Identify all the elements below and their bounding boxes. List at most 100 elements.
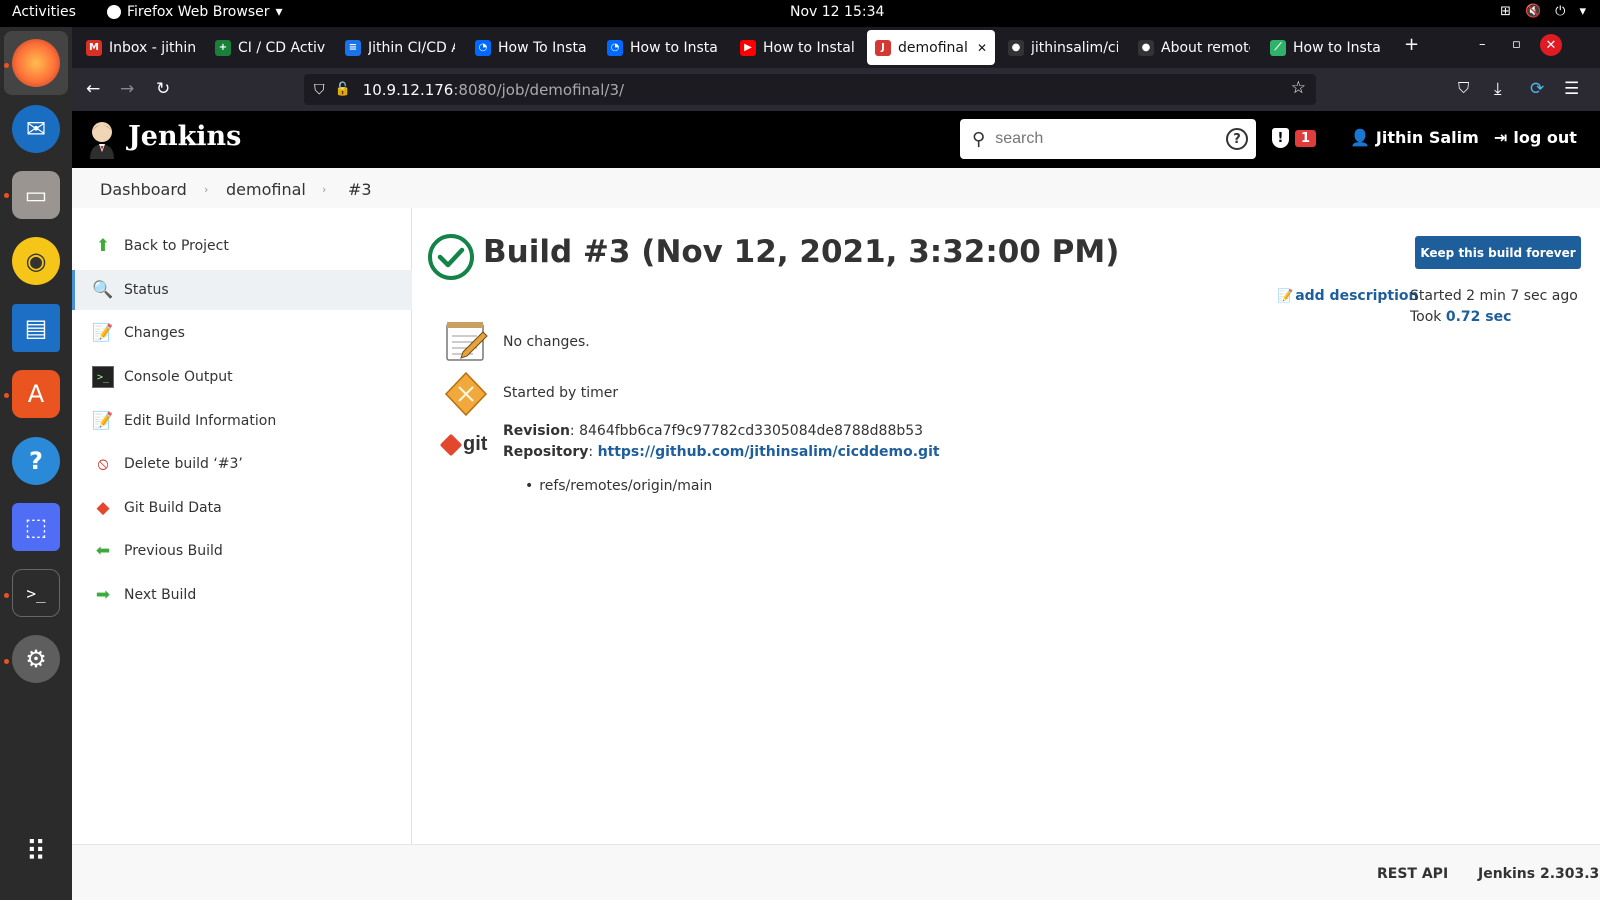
browser-tab[interactable]: M Inbox - jithin.s — [78, 30, 203, 65]
right-arrow-icon: ➡ — [95, 585, 111, 605]
github-icon: ● — [1138, 39, 1154, 56]
sidebar-item-changes[interactable]: 📝 Changes — [72, 313, 412, 353]
browser-tab[interactable]: ● jithinsalim/cic — [1000, 30, 1126, 65]
browser-tab[interactable]: ◔ How To Instal — [467, 30, 595, 65]
reload-icon[interactable]: ↻ — [156, 79, 170, 99]
took-duration-link[interactable]: 0.72 sec — [1446, 309, 1512, 325]
close-window-button[interactable]: ✕ — [1540, 34, 1562, 56]
browser-tab[interactable]: + CI / CD Activit — [207, 30, 333, 65]
no-entry-icon: ⦸ — [97, 454, 109, 474]
show-apps-grid-icon[interactable]: ⠿ — [12, 827, 60, 875]
notepad-icon — [446, 322, 488, 361]
minimize-button[interactable]: – — [1479, 37, 1486, 52]
branch-list-item: • refs/remotes/origin/main — [525, 478, 713, 494]
system-tray[interactable]: ⊞ 🔇 ⏻ ▾ — [1500, 4, 1586, 19]
screenshot-icon[interactable]: ⬚ — [12, 503, 60, 551]
power-icon: ⏻ — [1555, 4, 1566, 19]
browser-tab[interactable]: ▶ How to Install — [732, 30, 862, 65]
security-alert[interactable]: ! 1 — [1272, 128, 1317, 148]
maximize-button[interactable]: ▫ — [1512, 37, 1521, 52]
user-menu[interactable]: 👤 Jithin Salim — [1350, 128, 1479, 147]
help-icon[interactable]: ? — [12, 437, 60, 485]
search-box[interactable]: ⚲ ? — [960, 119, 1256, 159]
keep-build-forever-button[interactable]: Keep this build forever — [1415, 236, 1581, 269]
sidebar-item-edit-build-information[interactable]: 📝 Edit Build Information — [72, 401, 412, 441]
firefox-icon[interactable] — [12, 39, 60, 87]
clock[interactable]: Nov 12 15:34 — [790, 4, 884, 20]
tab-label: How to Install — [763, 39, 854, 56]
user-icon: 👤 — [1350, 128, 1370, 147]
hamburger-menu-icon[interactable]: ☰ — [1564, 79, 1579, 99]
gnome-top-bar: Activities Firefox Web Browser ▾ Nov 12 … — [0, 0, 1600, 27]
youtube-icon: ▶ — [740, 39, 756, 56]
sidebar-item-label: Next Build — [124, 587, 197, 603]
url-bar[interactable]: ⛉ 🔓 10.9.12.176:8080/job/demofinal/3/ ☆ — [304, 74, 1316, 105]
running-indicator — [4, 659, 9, 664]
terminal-icon: >_ — [92, 366, 114, 388]
success-check-icon — [428, 234, 474, 280]
revision-label: Revision — [503, 423, 570, 439]
notepad-icon: 📝 — [92, 323, 114, 343]
jenkins-brand[interactable]: Jenkins — [128, 121, 241, 152]
build-main-panel: Build #3 (Nov 12, 2021, 3:32:00 PM) Keep… — [413, 208, 1600, 844]
tab-label: Jithin CI/CD A — [368, 39, 455, 56]
settings-icon[interactable]: ⚙ — [12, 635, 60, 683]
download-icon[interactable]: ⤓ — [1494, 79, 1502, 99]
browser-tab[interactable]: ● About remote — [1130, 30, 1258, 65]
breadcrumb-dashboard[interactable]: Dashboard — [100, 180, 187, 199]
notepad-icon: 📝 — [1277, 288, 1294, 304]
repository-link[interactable]: https://github.com/jithinsalim/cicddemo.… — [598, 444, 940, 460]
gmail-icon: M — [86, 39, 102, 56]
page-footer: REST API Jenkins 2.303.3 — [72, 844, 1600, 900]
help-icon[interactable]: ? — [1226, 128, 1248, 150]
shield-icon[interactable]: ⛉ — [314, 82, 325, 98]
search-input[interactable] — [995, 130, 1206, 148]
breadcrumb-build[interactable]: #3 — [348, 180, 372, 199]
breadcrumb-job[interactable]: demofinal — [226, 180, 306, 199]
forward-arrow-icon[interactable]: → — [120, 79, 134, 99]
running-indicator — [4, 193, 9, 198]
browser-tab[interactable]: ⟋ How to Install — [1262, 30, 1390, 65]
insecure-lock-icon[interactable]: 🔓 — [335, 82, 351, 97]
terminal-icon[interactable]: >_ — [12, 569, 60, 617]
writer-icon[interactable]: ▤ — [12, 304, 60, 352]
rhythmbox-icon[interactable]: ◉ — [12, 237, 60, 285]
logout-link[interactable]: ⇥ log out — [1494, 128, 1577, 147]
bookmark-star-icon[interactable]: ☆ — [1291, 78, 1306, 98]
rest-api-link[interactable]: REST API — [1377, 866, 1448, 882]
close-tab-icon[interactable]: ✕ — [977, 41, 987, 55]
new-tab-button[interactable]: + — [1404, 34, 1419, 55]
app-menu[interactable]: Firefox Web Browser ▾ — [107, 4, 283, 20]
software-icon[interactable]: A — [12, 370, 60, 418]
thunderbird-icon[interactable]: ✉ — [12, 105, 60, 153]
pocket-icon[interactable]: ⛉ — [1458, 79, 1469, 97]
browser-tab-bar: M Inbox - jithin.s + CI / CD Activit ≡ Jithin… — [72, 27, 1600, 68]
sidebar-item-label: Changes — [124, 325, 185, 341]
tab-label: About remote — [1161, 39, 1250, 56]
browser-tab[interactable]: ◔ How to Install — [599, 30, 727, 65]
url-path: :8080/job/demofinal/3/ — [453, 80, 625, 99]
files-icon[interactable]: ▭ — [12, 171, 60, 219]
sidebar-item-back-to-project[interactable]: ⬆ Back to Project — [72, 226, 412, 266]
sidebar-item-delete-build[interactable]: ⦸ Delete build ‘#3’ — [72, 444, 412, 484]
add-description-link[interactable]: 📝 add description — [1277, 288, 1419, 304]
sidebar-item-status[interactable]: 🔍 Status — [72, 270, 412, 310]
activities-button[interactable]: Activities — [12, 4, 76, 20]
git-icon — [439, 433, 463, 456]
browser-tab[interactable]: Jdemofinal # ✕ — [867, 30, 995, 65]
sidebar-item-console-output[interactable]: >_ Console Output — [72, 357, 412, 397]
jenkins-logo-icon[interactable] — [86, 119, 118, 159]
browser-tab[interactable]: ≡ Jithin CI/CD A — [337, 30, 463, 65]
jenkins-icon: J — [875, 39, 891, 56]
back-arrow-icon[interactable]: ← — [86, 79, 100, 99]
tab-label: demofinal # — [898, 39, 968, 56]
running-indicator — [4, 393, 9, 398]
sidebar-item-previous-build[interactable]: ⬅ Previous Build — [72, 531, 412, 571]
git-icon: ◆ — [96, 498, 110, 518]
sidebar-item-next-build[interactable]: ➡ Next Build — [72, 575, 412, 615]
sheets-icon: + — [215, 39, 231, 56]
sidebar-item-label: Back to Project — [124, 238, 229, 254]
jenkins-version-link[interactable]: Jenkins 2.303.3 — [1478, 866, 1599, 882]
extension-icon[interactable]: ⟳ — [1530, 79, 1544, 99]
sidebar-item-git-build-data[interactable]: ◆ Git Build Data — [72, 488, 412, 528]
